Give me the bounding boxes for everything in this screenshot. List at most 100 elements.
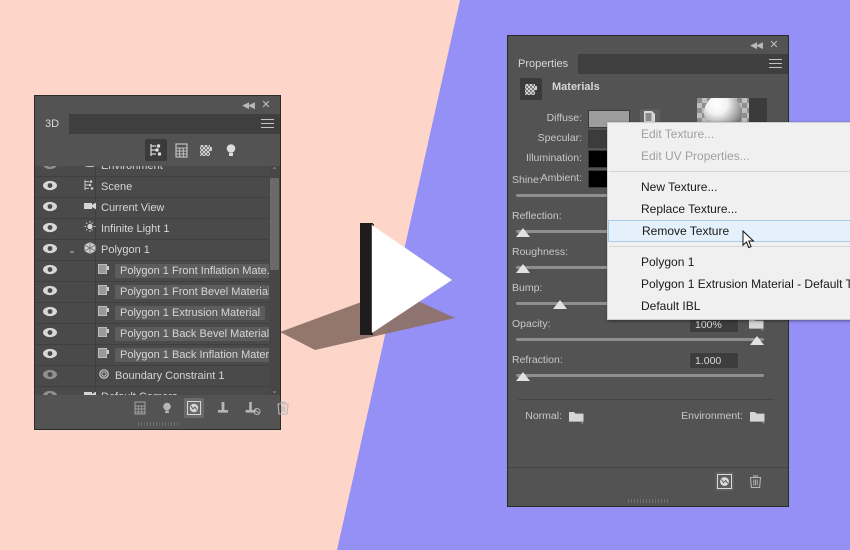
- slider-track[interactable]: [516, 374, 764, 377]
- numeric-field[interactable]: 1.000: [689, 352, 739, 369]
- slider-label: Refraction:: [512, 354, 563, 366]
- scene-icon: [79, 178, 101, 197]
- tree-row[interactable]: Polygon 1 Front Bevel Material: [35, 282, 280, 303]
- tree-row[interactable]: Polygon 1 Extrusion Material: [35, 303, 280, 324]
- collapse-icon[interactable]: ◀◀: [242, 100, 255, 110]
- panel-properties-footer: [508, 467, 788, 494]
- visibility-eye-icon[interactable]: [35, 241, 65, 259]
- mesh-icon[interactable]: [170, 139, 192, 161]
- panel-resize-grip[interactable]: [35, 419, 280, 429]
- visibility-eye-icon[interactable]: [35, 178, 65, 196]
- light-icon[interactable]: [157, 398, 177, 418]
- tree-row[interactable]: Infinite Light 1: [35, 219, 280, 240]
- environment-icon: [79, 166, 101, 176]
- visibility-eye-icon[interactable]: [35, 220, 65, 238]
- light-icon: [79, 220, 101, 239]
- tree-row[interactable]: Boundary Constraint 1: [35, 366, 280, 387]
- panel-menu-icon[interactable]: [769, 59, 782, 69]
- menu-item[interactable]: Polygon 1 Extrusion Material - Default T: [608, 273, 850, 295]
- texture-context-menu[interactable]: Edit Texture... Edit UV Properties... New …: [607, 122, 850, 320]
- visibility-eye-icon[interactable]: [35, 304, 65, 322]
- tree-row[interactable]: Polygon 1 Front Inflation Mate...: [35, 261, 280, 282]
- visibility-eye-icon[interactable]: [35, 367, 65, 385]
- visibility-eye-icon[interactable]: [35, 262, 65, 280]
- slider-thumb[interactable]: [516, 372, 530, 381]
- arrow-pointer-icon: [742, 229, 755, 250]
- tree-row-label: Boundary Constraint 1: [115, 370, 225, 382]
- trash-icon[interactable]: [746, 472, 765, 491]
- light-icon[interactable]: [220, 139, 242, 161]
- tree-row[interactable]: ⌄ Polygon 1: [35, 240, 280, 261]
- panel-properties-tabrow: Properties: [508, 54, 788, 74]
- scene-tree-list[interactable]: Environment Scene Current View Infinite Lig…: [35, 166, 280, 396]
- scroll-up-icon[interactable]: ⌃: [270, 166, 279, 176]
- tab-3d[interactable]: 3D: [35, 114, 70, 134]
- visibility-eye-icon[interactable]: [35, 346, 65, 364]
- tree-row[interactable]: Current View: [35, 198, 280, 219]
- panel-menu-icon[interactable]: [261, 119, 274, 129]
- map-row-environment: Environment:: [508, 409, 788, 425]
- panel-3d: ◀◀ ✕ 3D Environment Scene Current View I…: [35, 96, 289, 429]
- color-property-label: Illumination:: [525, 152, 582, 164]
- visibility-eye-icon[interactable]: [35, 283, 65, 301]
- visibility-eye-icon[interactable]: [35, 166, 65, 175]
- mesh-icon[interactable]: [130, 398, 150, 418]
- material-icon: [93, 346, 115, 365]
- menu-item[interactable]: Replace Texture...: [608, 198, 850, 220]
- tree-row-label: Polygon 1 Front Bevel Material: [115, 285, 276, 299]
- slider-thumb[interactable]: [516, 264, 530, 273]
- panel-3d-tabrow: 3D: [35, 114, 280, 134]
- tree-row-label: Polygon 1: [101, 244, 150, 256]
- close-icon[interactable]: ✕: [260, 99, 272, 111]
- tab-properties[interactable]: Properties: [508, 54, 579, 74]
- material-icon: [93, 283, 115, 302]
- tree-row[interactable]: Polygon 1 Back Inflation Material: [35, 345, 280, 366]
- menu-item[interactable]: Remove Texture: [608, 220, 850, 242]
- screenshot-root: ◀◀ ✕ 3D Environment Scene Current View I…: [0, 0, 850, 550]
- grip-dots: [628, 499, 668, 503]
- color-property-label: Diffuse:: [546, 112, 582, 124]
- folder-icon[interactable]: [749, 409, 765, 424]
- ibl-icon[interactable]: [184, 398, 204, 418]
- slider-track[interactable]: [516, 338, 764, 341]
- tree-scrollbar[interactable]: ⌃ ⌄: [269, 166, 280, 396]
- add-constraint-icon[interactable]: [213, 398, 233, 418]
- tree-row-label: Scene: [101, 181, 133, 193]
- slider-label: Reflection:: [512, 210, 562, 222]
- slider-label: Bump:: [512, 282, 543, 294]
- visibility-eye-icon[interactable]: [35, 199, 65, 217]
- trash-icon[interactable]: [273, 398, 293, 418]
- menu-item[interactable]: New Texture...: [608, 176, 850, 198]
- menu-item[interactable]: Default IBL: [608, 295, 850, 317]
- visibility-eye-icon[interactable]: [35, 325, 65, 343]
- slider-thumb[interactable]: [516, 228, 530, 237]
- tree-row[interactable]: Polygon 1 Back Bevel Material: [35, 324, 280, 345]
- slider-thumb[interactable]: [553, 300, 568, 309]
- chevron-down-icon[interactable]: ⌄: [65, 245, 79, 256]
- panel-resize-grip[interactable]: [508, 496, 788, 506]
- material-icon: [93, 262, 115, 281]
- color-property-label: Specular:: [537, 132, 582, 144]
- remove-constraint-icon[interactable]: [242, 398, 262, 418]
- slider-label: Opacity:: [512, 318, 551, 330]
- tree-row[interactable]: Scene: [35, 177, 280, 198]
- scene-icon[interactable]: [145, 139, 167, 161]
- materials-icon[interactable]: [195, 139, 217, 161]
- scroll-thumb[interactable]: [270, 178, 279, 270]
- panel-3d-toolbar: [35, 134, 280, 166]
- menu-item[interactable]: Polygon 1: [608, 251, 850, 273]
- new-material-icon[interactable]: [715, 472, 734, 491]
- collapse-icon[interactable]: ◀◀: [750, 40, 763, 50]
- material-icon: [93, 325, 115, 344]
- materials-title: Materials: [552, 81, 600, 93]
- tree-row[interactable]: Environment: [35, 166, 280, 177]
- material-icon: [93, 304, 115, 323]
- close-icon[interactable]: ✕: [768, 39, 780, 51]
- tree-row-label: Polygon 1 Extrusion Material: [115, 306, 266, 320]
- tree-row-label: Environment: [101, 166, 163, 172]
- menu-separator: [609, 246, 850, 247]
- slider-thumb[interactable]: [750, 336, 764, 345]
- slider-label: Roughness:: [512, 246, 569, 258]
- tree-row-label: Infinite Light 1: [101, 223, 170, 235]
- tree-row-label: Polygon 1 Back Bevel Material: [115, 327, 275, 341]
